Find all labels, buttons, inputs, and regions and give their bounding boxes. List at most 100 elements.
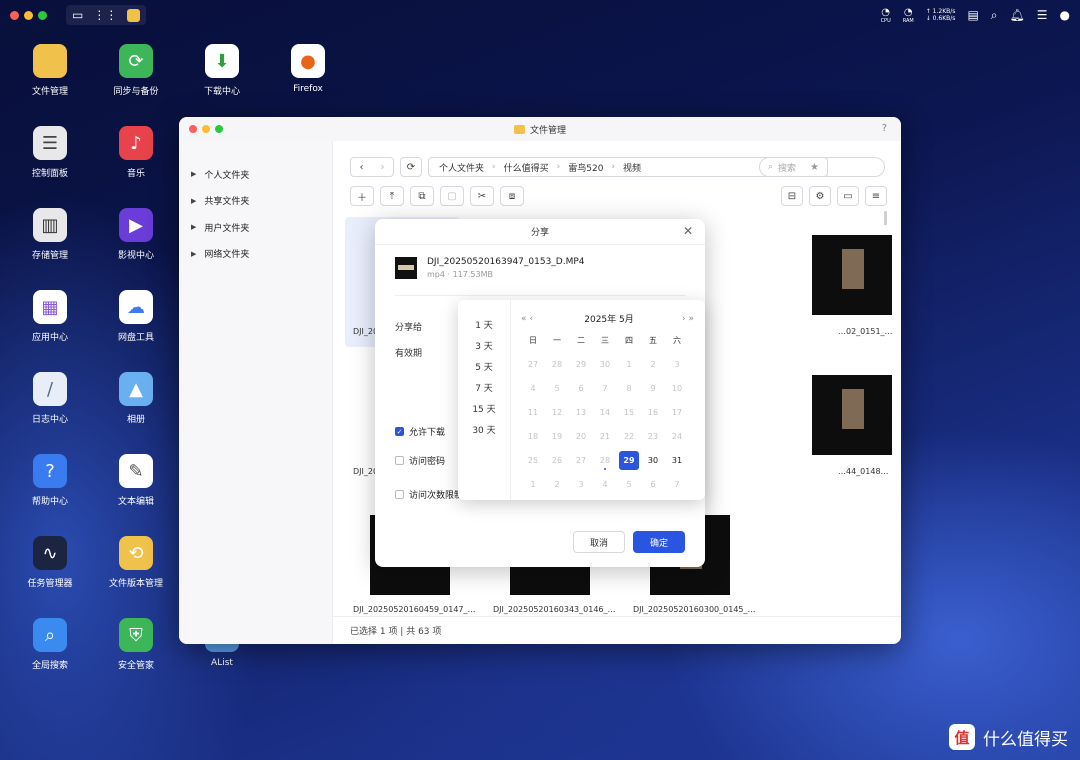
calendar-day[interactable]: 4 [521,379,545,398]
desktop-app-task-manager[interactable]: ∿ 任务管理器 [10,536,90,589]
sidebar-item-personal[interactable]: ▶ 个人文件夹 [179,161,332,188]
desktop-app-video[interactable]: ▶ 影视中心 [96,208,176,261]
calendar-day[interactable]: 2 [545,475,569,494]
desktop-app-music[interactable]: ♪ 音乐 [96,126,176,179]
calendar-day[interactable]: 10 [665,379,689,398]
breadcrumb-item[interactable]: 雷鸟520 [568,161,603,174]
cut-button[interactable]: ✂ [470,186,494,206]
calendar-day[interactable]: 30 [593,355,617,374]
close-dot-icon[interactable] [10,10,19,20]
expand-arrow-icon[interactable]: ▶ [191,170,196,178]
notification-bell-icon[interactable]: 🔔︎ [1010,8,1025,22]
calendar-day[interactable]: 16 [641,403,665,422]
calendar-day[interactable]: 3 [665,355,689,374]
desktop-icon[interactable]: ▭ [72,8,83,22]
calendar-day[interactable]: 4 [593,475,617,494]
desktop-app-firefox[interactable]: ● Firefox [268,44,348,94]
window-maximize-icon[interactable] [215,125,223,133]
breadcrumb-item[interactable]: 个人文件夹 [439,161,484,174]
monitor-icon[interactable]: ▤ [967,8,978,22]
allow-download-checkbox[interactable]: ✓ 允许下载 [395,425,445,438]
paste-button[interactable]: ▢ [440,186,464,206]
desktop-app-global-search[interactable]: ⌕ 全局搜索 [10,618,90,671]
calendar-day-selected[interactable]: 29 [619,451,639,470]
desktop-app-photos[interactable]: ▲ 相册 [96,372,176,425]
file-thumbnail[interactable] [801,225,892,315]
file-thumbnail[interactable] [801,365,892,455]
access-password-checkbox[interactable]: 访问密码 [395,454,445,467]
ok-button[interactable]: 确定 [633,531,685,553]
calendar-day[interactable]: 26 [545,451,569,470]
copy-button[interactable]: ⧉ [410,186,434,206]
desktop-app-storage[interactable]: ▥ 存储管理 [10,208,90,261]
calendar-day[interactable]: 23 [641,427,665,446]
calendar-day[interactable]: 14 [593,403,617,422]
calendar-day[interactable]: 8 [617,379,641,398]
calendar-day[interactable]: 22 [617,427,641,446]
quick-duration-option[interactable]: 15 天 [458,400,510,421]
calendar-day[interactable]: 9 [641,379,665,398]
prev-year-prev-month-icons[interactable]: «‹ [521,314,536,324]
minimize-dot-icon[interactable] [24,10,33,20]
quick-duration-option[interactable]: 7 天 [458,379,510,400]
close-icon[interactable]: ✕ [683,224,693,238]
desktop-app-logs[interactable]: / 日志中心 [10,372,90,425]
calendar-day[interactable]: 17 [665,403,689,422]
desktop-app-file-version[interactable]: ⟲ 文件版本管理 [96,536,176,589]
desktop-app-text-editor[interactable]: ✎ 文本编辑 [96,454,176,507]
calendar-day[interactable]: 13 [569,403,593,422]
calendar-day[interactable]: 6 [569,379,593,398]
compress-button[interactable]: ⧈ [500,186,524,206]
apps-grid-icon[interactable]: ⋮⋮ [93,8,117,22]
calendar-day[interactable]: 12 [545,403,569,422]
calendar-day[interactable]: 21 [593,427,617,446]
search-icon[interactable]: ⌕ [991,8,998,23]
sidebar-item-network[interactable]: ▶ 网络文件夹 [179,241,332,268]
calendar-day[interactable]: 28 [593,451,617,470]
sidebar-item-shared[interactable]: ▶ 共享文件夹 [179,188,332,215]
calendar-day[interactable]: 24 [665,427,689,446]
calendar-day[interactable]: 15 [617,403,641,422]
calendar-day[interactable]: 7 [665,475,689,494]
desktop-app-cloud-drive[interactable]: ☁ 网盘工具 [96,290,176,343]
calendar-day[interactable]: 1 [617,355,641,374]
calendar-day[interactable]: 25 [521,451,545,470]
quick-duration-option[interactable]: 30 天 [458,421,510,442]
check-icon[interactable]: ✓ [395,427,404,436]
expand-arrow-icon[interactable]: ▶ [191,250,196,258]
access-limit-checkbox[interactable]: 访问次数限制 [395,488,463,501]
calendar-day[interactable]: 20 [569,427,593,446]
desktop-app-help[interactable]: ? 帮助中心 [10,454,90,507]
desktop-app-download[interactable]: ⬇ 下载中心 [182,44,262,97]
view-mode-button[interactable]: ▭ [837,186,859,206]
calendar-day[interactable]: 6 [641,475,665,494]
quick-duration-option[interactable]: 1 天 [458,316,510,337]
new-button[interactable]: ＋ [350,186,374,206]
calendar-day[interactable]: 31 [665,451,689,470]
settings-button[interactable]: ⚙ [809,186,831,206]
ram-gauge-icon[interactable]: ◔ RAM [903,7,914,24]
help-icon[interactable]: ? [882,123,887,134]
quick-duration-option[interactable]: 3 天 [458,337,510,358]
calendar-day[interactable]: 11 [521,403,545,422]
calendar-day[interactable]: 19 [545,427,569,446]
calendar-day[interactable]: 5 [545,379,569,398]
calendar-day[interactable]: 30 [641,451,665,470]
calendar-day[interactable]: 29 [569,355,593,374]
refresh-button[interactable]: ⟳ [400,157,422,177]
back-icon[interactable]: ‹ [360,162,364,173]
window-close-icon[interactable] [189,125,197,133]
desktop-app-app-center[interactable]: ▦ 应用中心 [10,290,90,343]
calendar-day[interactable]: 28 [545,355,569,374]
user-icon[interactable]: ● [1060,8,1070,22]
control-icon[interactable]: ☰ [1037,8,1048,22]
cancel-button[interactable]: 取消 [573,531,625,553]
calendar-day[interactable]: 1 [521,475,545,494]
expand-arrow-icon[interactable]: ▶ [191,197,196,205]
window-minimize-icon[interactable] [202,125,210,133]
sidebar-item-users[interactable]: ▶ 用户文件夹 [179,214,332,241]
calendar-day[interactable]: 27 [569,451,593,470]
cpu-gauge-icon[interactable]: ◔ CPU [881,7,891,24]
maximize-dot-icon[interactable] [38,10,47,20]
calendar-day[interactable]: 18 [521,427,545,446]
